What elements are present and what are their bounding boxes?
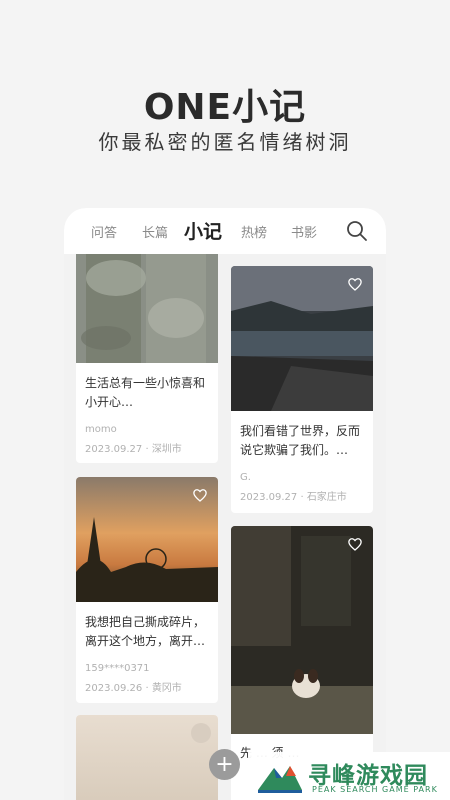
page-title: ONE小记 (143, 87, 307, 128)
note-card[interactable]: 生活总有一些小惊喜和小开心… momo 2023.09.27 · 深圳市 (76, 238, 218, 463)
app-preview: 问答 长篇 小记 热榜 书影 生活总有一些小惊喜和小开心… momo 2023.… (64, 208, 386, 800)
watermark-subtitle: PEAK SEARCH GAME PARK (312, 785, 438, 794)
page-subtitle: 你最私密的匿名情绪树洞 (98, 130, 352, 154)
heart-icon[interactable] (347, 276, 363, 292)
note-city: 黄冈市 (151, 683, 182, 694)
tab-notes[interactable]: 小记 (184, 217, 222, 244)
mountain-logo-icon (258, 766, 302, 793)
note-meta: 2023.09.26 · 黄冈市 (85, 683, 182, 694)
heart-icon[interactable] (192, 487, 208, 503)
note-date: 2023.09.27 (240, 492, 298, 503)
note-text: 生活总有一些小惊喜和小开心… (85, 376, 206, 409)
note-photo-dog (231, 526, 373, 734)
tab-long[interactable]: 长篇 (142, 222, 168, 241)
note-date: 2023.09.26 (85, 683, 143, 694)
note-user: 159****0371 (85, 663, 150, 674)
note-card[interactable] (76, 715, 218, 800)
note-photo-misty (76, 715, 218, 800)
add-note-button[interactable]: + (209, 749, 240, 780)
note-user: G. (240, 472, 251, 483)
tab-books-films[interactable]: 书影 (291, 222, 317, 241)
note-user: momo (85, 424, 117, 435)
note-text: 我想把自己撕成碎片，离开这个地方，离开… (85, 615, 206, 648)
tab-hot[interactable]: 热榜 (241, 222, 267, 241)
watermark: 寻峰游戏园 PEAK SEARCH GAME PARK (248, 752, 450, 800)
note-city: 石家庄市 (306, 492, 347, 503)
note-card[interactable]: 我们看错了世界，反而说它欺骗了我们。… G. 2023.09.27 · 石家庄市 (231, 266, 373, 513)
note-meta: 2023.09.27 · 深圳市 (85, 444, 182, 455)
search-icon[interactable] (346, 220, 368, 242)
note-photo-stone-path (76, 238, 218, 363)
note-card[interactable]: 我想把自己撕成碎片，离开这个地方，离开… 159****0371 2023.09… (76, 477, 218, 703)
note-text: 我们看错了世界，反而说它欺骗了我们。… (240, 424, 361, 457)
tab-bar: 问答 长篇 小记 热榜 书影 (64, 208, 386, 254)
heart-icon[interactable] (347, 536, 363, 552)
note-city: 深圳市 (151, 444, 182, 455)
tab-qa[interactable]: 问答 (91, 222, 117, 241)
note-date: 2023.09.27 (85, 444, 143, 455)
note-meta: 2023.09.27 · 石家庄市 (240, 492, 347, 503)
